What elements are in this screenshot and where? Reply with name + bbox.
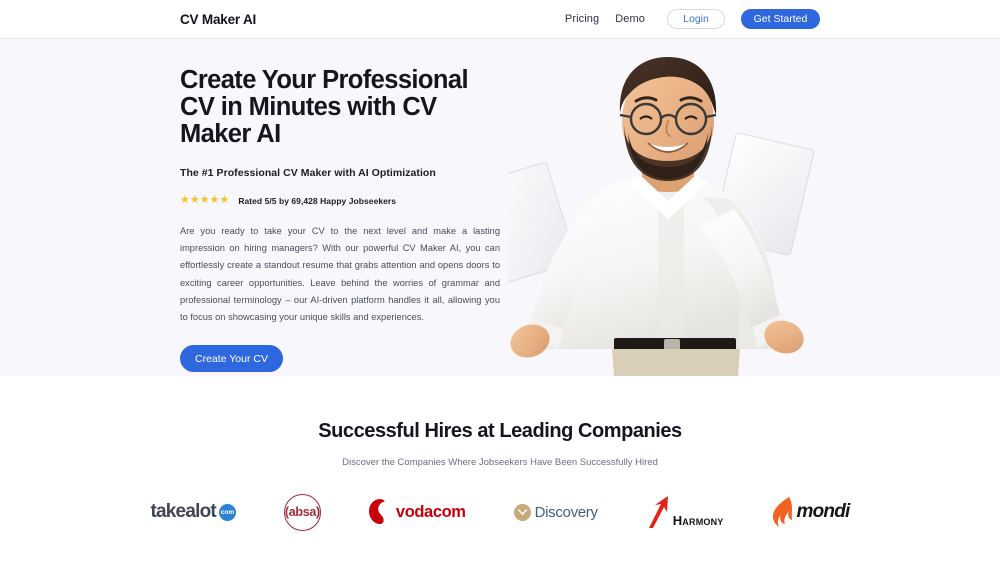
star-rating-icon: ★★★★★ (180, 194, 230, 206)
takealot-com-badge: com (218, 503, 236, 521)
harmony-arrow-icon (648, 496, 668, 528)
nav-link-demo[interactable]: Demo (615, 13, 645, 25)
harmony-logo-icon: Harmony (646, 496, 724, 528)
smiling-man-holding-documents-illustration (508, 57, 815, 376)
hero-inner: Create Your Professional CV in Minutes w… (180, 39, 820, 376)
hero-image (498, 39, 838, 376)
rating-row: ★★★★★ Rated 5/5 by 69,428 Happy Jobseeke… (180, 195, 502, 206)
header-nav: Pricing Demo Login Get Started (565, 9, 820, 29)
rating-label: Rated 5/5 by 69,428 Happy Jobseekers (238, 195, 397, 206)
logo-absa: (absa) (283, 489, 321, 535)
logo-vodacom: vodacom (368, 489, 466, 535)
vodacom-mark-icon (368, 499, 385, 524)
get-started-button[interactable]: Get Started (741, 9, 820, 29)
vodacom-wordmark: vodacom (395, 502, 466, 521)
takealot-wordmark: takealot (150, 501, 217, 522)
site-header: CV Maker AI Pricing Demo Login Get Start… (0, 0, 1000, 39)
mondi-flame-icon (772, 497, 792, 527)
hero-content: Create Your Professional CV in Minutes w… (180, 39, 502, 376)
company-logo-row: takealot com (absa) vodacom Discovery Ha… (0, 489, 1000, 535)
login-button[interactable]: Login (667, 9, 725, 29)
harmony-wordmark: Harmony (672, 513, 724, 528)
mondi-logo-icon: mondi (772, 497, 850, 527)
logo-mondi: mondi (772, 489, 850, 535)
logo-takealot: takealot com (151, 489, 236, 535)
absa-logo-icon: (absa) (283, 493, 321, 531)
logo-harmony: Harmony (646, 489, 724, 535)
brand-logo[interactable]: CV Maker AI (180, 12, 256, 27)
landing-page: CV Maker AI Pricing Demo Login Get Start… (0, 0, 1000, 563)
discovery-mark-icon (513, 503, 531, 521)
takealot-logo-icon: takealot com (151, 501, 236, 523)
create-cv-button[interactable]: Create Your CV (180, 345, 283, 373)
logo-discovery: Discovery (513, 489, 598, 535)
companies-section: Successful Hires at Leading Companies Di… (0, 376, 1000, 563)
nav-link-pricing[interactable]: Pricing (565, 13, 599, 25)
vodacom-logo-icon: vodacom (368, 499, 466, 525)
header-inner: CV Maker AI Pricing Demo Login Get Start… (180, 0, 820, 38)
mondi-wordmark: mondi (796, 501, 851, 522)
companies-subtitle: Discover the Companies Where Jobseekers … (342, 457, 658, 468)
discovery-logo-icon: Discovery (513, 503, 598, 521)
page-title: Create Your Professional CV in Minutes w… (180, 66, 469, 148)
companies-title: Successful Hires at Leading Companies (318, 420, 682, 442)
hero-section: Create Your Professional CV in Minutes w… (0, 39, 1000, 376)
discovery-wordmark: Discovery (534, 503, 598, 521)
hero-paragraph: Are you ready to take your CV to the nex… (180, 226, 500, 323)
hero-subtitle: The #1 Professional CV Maker with AI Opt… (180, 167, 436, 179)
